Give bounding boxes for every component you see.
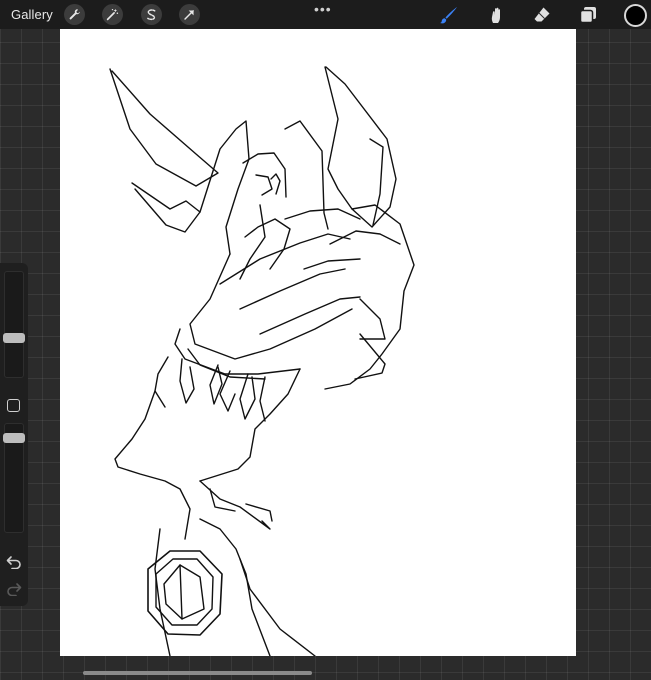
eraser-tool-button[interactable] — [530, 3, 554, 27]
color-picker-swatch[interactable] — [624, 4, 647, 27]
transform-arrow-icon — [184, 10, 194, 20]
line-art-drawing — [109, 66, 415, 656]
top-toolbar: Gallery ••• — [0, 0, 651, 29]
smudge-tool-button[interactable] — [484, 3, 508, 27]
magic-wand-icon — [106, 8, 119, 21]
redo-icon — [7, 583, 22, 597]
drawing-canvas[interactable] — [60, 29, 576, 656]
brush-icon — [440, 7, 457, 24]
smudge-icon — [491, 7, 500, 23]
modify-button[interactable] — [7, 399, 20, 412]
transform-button[interactable] — [179, 4, 200, 25]
layers-icon — [579, 7, 596, 24]
adjustments-button[interactable] — [102, 4, 123, 25]
brush-size-thumb[interactable] — [3, 333, 25, 343]
undo-icon — [6, 556, 21, 570]
brush-size-slider[interactable] — [4, 271, 24, 378]
wrench-icon — [69, 9, 80, 20]
left-sidebar — [0, 263, 28, 606]
undo-button[interactable] — [6, 555, 22, 570]
opacity-thumb[interactable] — [3, 433, 25, 443]
selection-button[interactable] — [141, 4, 162, 25]
selection-icon — [147, 9, 156, 21]
actions-button[interactable] — [64, 4, 85, 25]
eraser-icon — [534, 7, 550, 22]
home-indicator[interactable] — [83, 671, 312, 675]
more-options-button[interactable]: ••• — [314, 2, 332, 16]
brush-tool-button[interactable] — [437, 3, 461, 27]
redo-button[interactable] — [6, 582, 22, 597]
layers-button[interactable] — [576, 3, 600, 27]
gallery-button[interactable]: Gallery — [11, 7, 53, 22]
